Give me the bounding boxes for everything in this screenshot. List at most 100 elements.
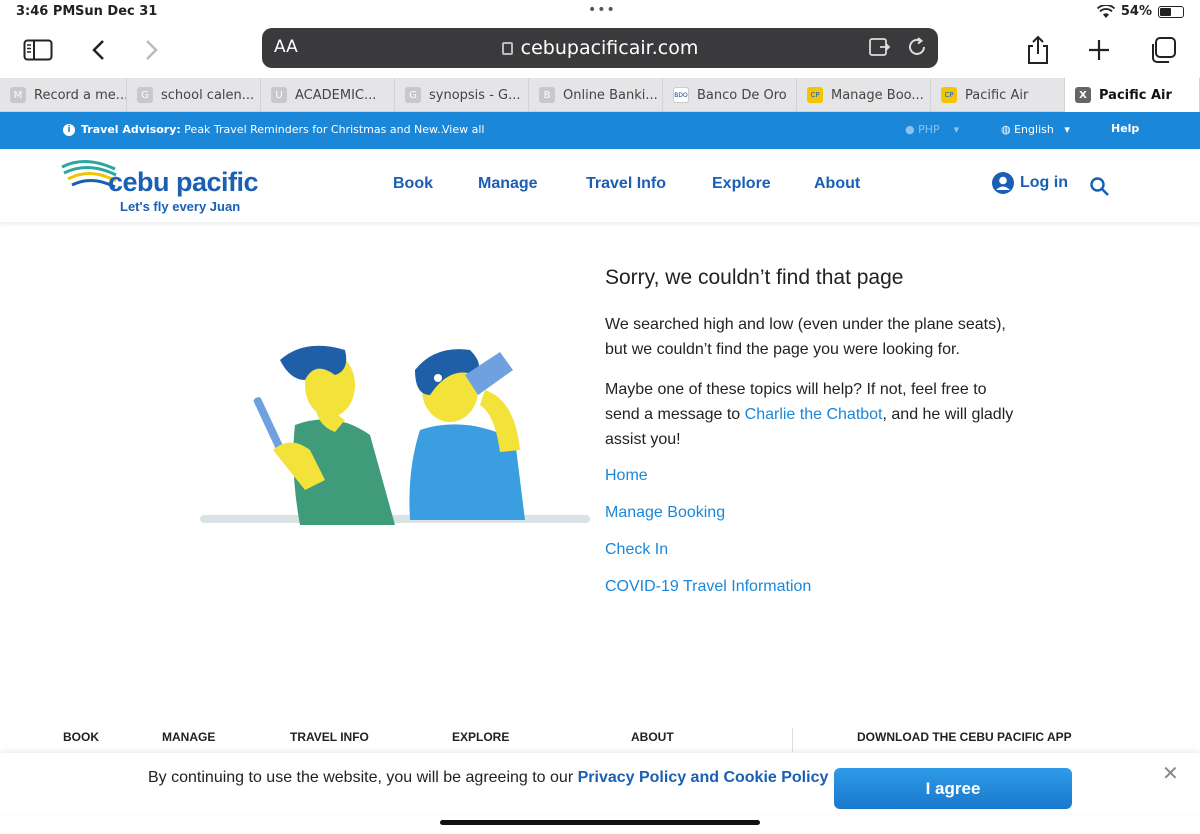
browser-tab[interactable]: U ACADEMIC... [261, 78, 395, 112]
browser-tab[interactable]: Gsynopsis - G... [395, 78, 529, 112]
favicon-icon: X [1075, 87, 1091, 103]
link-home[interactable]: Home [605, 467, 1025, 485]
favicon-icon: CP [807, 87, 823, 103]
battery-percent: 54% [1120, 4, 1152, 19]
sidebar-icon[interactable] [20, 32, 56, 68]
brand-tagline: Let's fly every Juan [120, 199, 241, 214]
currency-selector[interactable]: ● PHP ▾ [905, 123, 959, 136]
chatbot-link[interactable]: Charlie the Chatbot [745, 406, 883, 423]
tab-label: Manage Boo... [831, 87, 924, 103]
info-icon: i [63, 124, 75, 136]
browser-tab[interactable]: CP Manage Boo... [797, 78, 931, 112]
nav-manage[interactable]: Manage [478, 175, 538, 193]
brand-name: cebu pacific [108, 167, 259, 197]
url-text: cebupacificair.com [520, 37, 699, 59]
travel-advisory-bar: i Travel Advisory: Peak Travel Reminders… [0, 112, 1200, 149]
tab-label: Pacific Air [965, 87, 1029, 103]
cookie-text: By continuing to use the website, you wi… [148, 769, 578, 786]
advisory-message: Peak Travel Reminders for Christmas and … [180, 123, 448, 136]
advisory-title: Travel Advisory: [81, 123, 181, 136]
cookie-message: By continuing to use the website, you wi… [148, 769, 828, 787]
favicon-icon: CP [941, 87, 957, 103]
url-display[interactable]: cebupacificair.com [262, 37, 938, 59]
link-check-in[interactable]: Check In [605, 541, 1025, 559]
help-link[interactable]: Help [1111, 122, 1139, 135]
currency-label: PHP [918, 123, 940, 136]
status-time: 3:46 PM [16, 4, 76, 19]
advisory-text[interactable]: Travel Advisory: Peak Travel Reminders f… [81, 123, 448, 136]
share-icon[interactable] [1020, 32, 1056, 68]
footer-explore[interactable]: EXPLORE [452, 730, 509, 744]
language-selector[interactable]: ◍ English ▾ [1001, 123, 1070, 136]
footer-manage[interactable]: MANAGE [162, 730, 215, 744]
chevron-down-icon: ▾ [939, 123, 960, 136]
browser-tab[interactable]: X Pacific Air [1065, 78, 1200, 112]
not-found-content: Sorry, we couldn’t find that page We sea… [605, 266, 1025, 615]
cebu-pacific-logo[interactable]: cebu pacific Let's fly every Juan [60, 155, 260, 217]
nav-explore[interactable]: Explore [712, 175, 771, 193]
tab-label: Pacific Air [1099, 87, 1172, 103]
login-label: Log in [1020, 174, 1068, 191]
privacy-policy-link[interactable]: Privacy Policy and Cookie Policy [578, 769, 829, 786]
search-icon[interactable] [1089, 176, 1111, 198]
chevron-down-icon: ▾ [1053, 123, 1070, 136]
not-found-illustration [200, 345, 590, 525]
browser-tab[interactable]: M Record a me... [0, 78, 127, 112]
cookie-banner: By continuing to use the website, you wi… [0, 753, 1200, 813]
helpful-links: Home Manage Booking Check In COVID-19 Tr… [605, 467, 1025, 596]
tab-label: Record a me... [34, 87, 127, 103]
wifi-icon [1096, 4, 1115, 18]
nav-book[interactable]: Book [393, 175, 433, 193]
tabs-overview-icon[interactable] [1145, 32, 1181, 68]
footer-book[interactable]: BOOK [63, 730, 99, 744]
extension-icon[interactable] [868, 36, 892, 63]
browser-tab[interactable]: CP Pacific Air [931, 78, 1065, 112]
favicon-icon: U [271, 87, 287, 103]
browser-tab[interactable]: BDO Banco De Oro [663, 78, 797, 112]
apology-paragraph: We searched high and low (even under the… [605, 316, 1006, 358]
multitask-dots-icon[interactable]: ••• [588, 2, 616, 18]
status-bar: 3:46 PM Sun Dec 31 ••• 54% [0, 0, 1200, 24]
browser-tab[interactable]: Gschool calen... [127, 78, 261, 112]
favicon-icon: G [405, 87, 421, 103]
new-tab-icon[interactable] [1081, 32, 1117, 68]
user-icon [992, 172, 1014, 194]
globe-icon: ◍ [1001, 123, 1015, 136]
login-button[interactable]: Log in [992, 172, 1068, 194]
tab-label: Banco De Oro [697, 87, 787, 103]
agree-button[interactable]: I agree [834, 768, 1072, 809]
tab-label: ACADEMIC... [295, 87, 377, 103]
reload-icon[interactable] [906, 36, 928, 63]
tab-label: Online Banki... [563, 87, 658, 103]
footer-travel-info[interactable]: TRAVEL INFO [290, 730, 369, 744]
favicon-icon: M [10, 87, 26, 103]
currency-icon: ● [905, 123, 919, 136]
footer-divider [792, 728, 793, 752]
favicon-icon: B [539, 87, 555, 103]
tab-label: synopsis - G... [429, 87, 521, 103]
page-title: Sorry, we couldn’t find that page [605, 266, 904, 289]
link-manage-booking[interactable]: Manage Booking [605, 504, 1025, 522]
language-label: English [1014, 123, 1054, 136]
status-right: 54% [1096, 4, 1184, 19]
favicon-icon: G [137, 87, 153, 103]
address-bar[interactable]: AA cebupacificair.com [262, 28, 938, 68]
browser-tabs: M Record a me... Gschool calen... U ACADEMIC… [0, 78, 1200, 112]
footer-about[interactable]: ABOUT [631, 730, 674, 744]
footer-nav: BOOK MANAGE TRAVEL INFO EXPLORE ABOUT DO… [0, 722, 1200, 754]
lock-icon [501, 42, 513, 55]
back-icon[interactable] [80, 32, 116, 68]
battery-icon [1158, 5, 1184, 18]
help-paragraph: Maybe one of these topics will help? If … [605, 377, 1025, 452]
close-icon[interactable]: ✕ [1162, 761, 1179, 786]
status-date: Sun Dec 31 [75, 4, 158, 19]
browser-toolbar: AA cebupacificair.com [0, 24, 1200, 78]
view-all-link[interactable]: View all [442, 123, 484, 136]
link-covid-info[interactable]: COVID-19 Travel Information [605, 578, 1025, 596]
nav-about[interactable]: About [814, 175, 860, 193]
home-indicator[interactable] [440, 820, 760, 825]
browser-tab[interactable]: B Online Banki... [529, 78, 663, 112]
footer-app-download: DOWNLOAD THE CEBU PACIFIC APP [857, 730, 1072, 744]
nav-travel-info[interactable]: Travel Info [586, 175, 666, 193]
forward-icon[interactable] [134, 32, 170, 68]
